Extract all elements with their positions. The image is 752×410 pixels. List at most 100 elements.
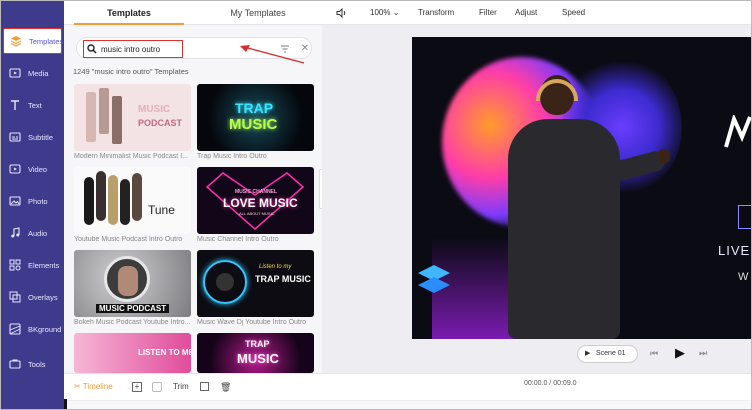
timeline-track[interactable] xyxy=(64,399,751,409)
text-frame xyxy=(738,205,751,229)
tab-templates[interactable]: Templates xyxy=(74,1,184,25)
speed-button[interactable]: Speed xyxy=(562,1,585,25)
preview-text: LIVE M xyxy=(718,243,751,258)
sidebar-item-label: Text xyxy=(28,100,42,110)
elements-icon xyxy=(9,259,21,271)
sidebar-item-label: Subtitle xyxy=(28,132,54,142)
thumbnail-photo xyxy=(112,96,122,144)
template-caption: Trap Music Intro Outro xyxy=(197,153,267,160)
thumbnail-photo xyxy=(96,171,106,221)
adjust-button[interactable]: Adjust xyxy=(515,1,537,25)
sidebar-item-label: Media xyxy=(28,68,49,78)
thumbnail-photo xyxy=(216,273,234,291)
template-card[interactable]: MUSIC PODCAST xyxy=(74,250,191,317)
filter-button[interactable]: Filter xyxy=(479,1,497,25)
photo-icon xyxy=(9,196,21,206)
sidebar-item-elements[interactable]: Elements xyxy=(3,252,62,278)
subtitle-icon xyxy=(9,132,21,142)
timeline-label: Timeline xyxy=(82,382,113,391)
thumbnail-text: MUSIC xyxy=(138,104,171,115)
template-card[interactable]: LISTEN TO ME xyxy=(74,333,191,373)
thumbnail-photo xyxy=(132,173,142,221)
scene-label: Scene 01 xyxy=(596,350,626,357)
thumbnail-photo xyxy=(84,177,94,225)
media-icon xyxy=(9,68,21,78)
search-input[interactable] xyxy=(101,41,251,57)
thumbnail-text: TRAP MUSIC xyxy=(255,274,311,284)
sidebar-item-subtitle[interactable]: Subtitle xyxy=(3,124,62,150)
play-icon[interactable]: ▶ xyxy=(675,345,685,361)
timeline-time: 00:00.0 / 00:09.0 xyxy=(524,380,577,387)
template-card[interactable]: Listen to my TRAP MUSIC xyxy=(197,250,314,317)
thumbnail-text: PODCAST xyxy=(138,118,183,128)
template-card[interactable]: MUSIC CHANNEL LOVE MUSIC ALL ABOUT MUSIC xyxy=(197,167,314,234)
template-caption: Youtube Music Podcast Intro Outro xyxy=(74,236,183,243)
template-caption: Bokeh Music Podcast Youtube Intro... xyxy=(74,319,191,326)
thumbnail-photo xyxy=(118,266,138,296)
trim-button[interactable]: Trim xyxy=(173,380,189,394)
template-caption: Modern Minimalist Music Podcast I... xyxy=(74,153,188,160)
thumbnail-text: MUSIC xyxy=(229,116,278,133)
brand-logo-icon xyxy=(418,265,450,293)
thumbnail-text: Tune xyxy=(148,203,175,217)
sidebar-item-overlays[interactable]: Overlays xyxy=(3,284,62,310)
thumbnail-text: LOVE MUSIC xyxy=(223,196,298,210)
scene-button[interactable]: ▶ Scene 01 xyxy=(577,345,638,363)
volume-icon[interactable] xyxy=(336,8,347,18)
zoom-value: 100% xyxy=(370,8,391,17)
person-hand xyxy=(658,149,670,163)
template-card[interactable]: MUSIC PODCAST xyxy=(74,84,191,151)
panel-tabs: Templates My Templates xyxy=(64,1,322,25)
template-card[interactable]: Tune xyxy=(74,167,191,234)
sidebar-item-label: Elements xyxy=(28,260,60,270)
sidebar-item-label: Tools xyxy=(28,359,46,369)
sidebar-item-photo[interactable]: Photo xyxy=(3,188,62,214)
thumbnail-photo xyxy=(99,88,109,134)
transform-button[interactable]: Transform xyxy=(418,1,454,25)
tab-my-templates[interactable]: My Templates xyxy=(204,1,312,25)
thumbnail-text: MUSIC PODCAST xyxy=(96,304,170,313)
thumbnail-photo xyxy=(120,179,130,225)
sidebar-item-label: BKground xyxy=(28,324,62,334)
sidebar-item-templates[interactable]: Templates xyxy=(3,28,63,54)
timeline-bar: ✂ Timeline + Trim 🗑 00:00.0 / 00:09.0 xyxy=(64,373,751,409)
sidebar-item-label: Video xyxy=(28,164,48,174)
template-card[interactable]: TRAP MUSIC xyxy=(197,84,314,151)
logo-mark xyxy=(724,113,751,149)
skip-forward-icon[interactable]: ⏭ xyxy=(699,348,707,359)
result-count: 1249 "music intro outro" Templates xyxy=(73,67,189,76)
sidebar-item-text[interactable]: Text xyxy=(3,92,62,118)
audio-icon xyxy=(11,227,20,238)
thumbnail-photo xyxy=(86,92,96,142)
sidebar: Templates Media Text Subtitle Video Phot… xyxy=(1,1,64,409)
zoom-dropdown[interactable]: 100% ⌄ xyxy=(370,1,399,25)
annotation-arrow xyxy=(240,45,305,64)
person-body xyxy=(508,119,620,339)
overlays-icon xyxy=(9,291,21,303)
add-clip-icon[interactable]: + xyxy=(132,382,142,392)
play-small-icon: ▶ xyxy=(585,350,591,357)
sidebar-item-video[interactable]: Video xyxy=(3,156,62,182)
thumbnail-text: MUSIC CHANNEL xyxy=(235,189,277,195)
duplicate-icon[interactable] xyxy=(200,382,209,391)
sidebar-item-background[interactable]: BKground xyxy=(3,316,62,342)
template-card[interactable]: TRAP MUSIC xyxy=(197,333,314,373)
playhead[interactable] xyxy=(64,399,67,409)
skip-back-icon[interactable]: ⏮ xyxy=(650,348,658,359)
search-icon xyxy=(87,44,97,54)
video-preview[interactable]: LIVE M W xyxy=(412,37,751,339)
timeline-icon: ✂ xyxy=(74,382,81,391)
delete-icon[interactable]: 🗑 xyxy=(220,380,231,394)
split-icon[interactable] xyxy=(152,382,162,392)
sidebar-item-media[interactable]: Media xyxy=(3,60,62,86)
timeline-button[interactable]: ✂ Timeline xyxy=(74,380,113,394)
player-controls: ▶ Scene 01 ⏮ ▶ ⏭ xyxy=(322,339,751,373)
thumbnail-text: MUSIC xyxy=(237,351,279,366)
template-caption: Music Wave Dj Youtube Intro Outro xyxy=(197,319,307,326)
background-icon xyxy=(9,323,21,335)
templates-icon xyxy=(10,36,22,47)
sidebar-item-tools[interactable]: Tools xyxy=(3,351,62,377)
app-window: Templates Media Text Subtitle Video Phot… xyxy=(0,0,752,410)
sidebar-item-audio[interactable]: Audio xyxy=(3,220,62,246)
canvas-area: LIVE M W ▶ Scene 01 ⏮ ▶ ⏭ xyxy=(322,25,751,373)
